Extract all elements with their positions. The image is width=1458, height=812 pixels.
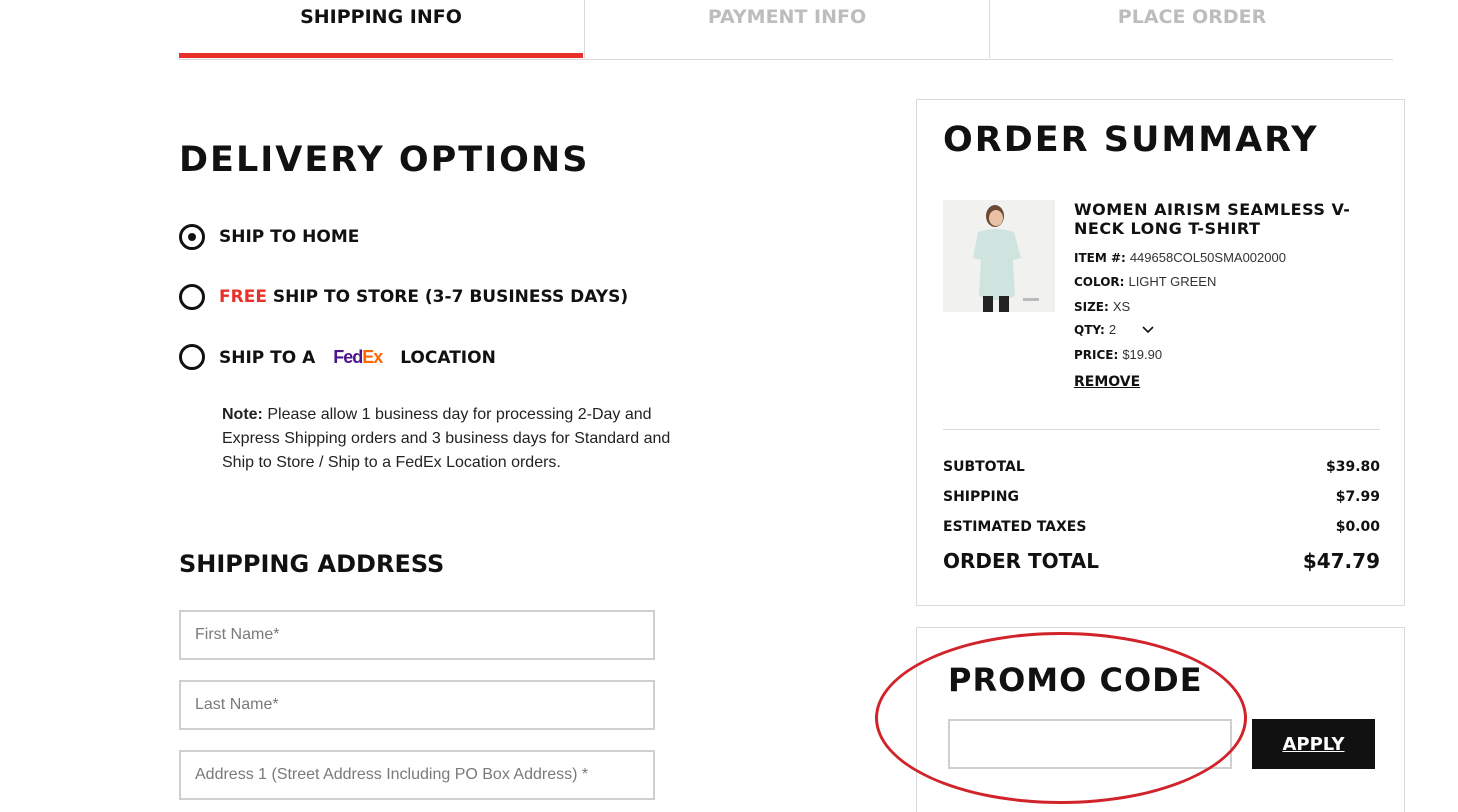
- step-label: PAYMENT INFO: [707, 6, 867, 28]
- checkout-steps: SHIPPING INFO PAYMENT INFO PLACE ORDER: [179, 0, 1393, 60]
- subtotal-label: SUBTOTAL: [943, 459, 1025, 475]
- option-ship-to-home[interactable]: SHIP TO HOME: [179, 222, 359, 252]
- step-place-order[interactable]: PLACE ORDER: [989, 0, 1394, 58]
- note-text: Please allow 1 business day for processi…: [222, 406, 671, 471]
- price-label: PRICE:: [1074, 348, 1119, 362]
- product-price: PRICE: $19.90: [1074, 347, 1162, 362]
- active-step-indicator: [179, 53, 583, 58]
- order-total-row: ORDER TOTAL $47.79: [943, 549, 1380, 573]
- delivery-options-title: DELIVERY OPTIONS: [179, 140, 590, 180]
- order-summary-title: ORDER SUMMARY: [943, 120, 1319, 160]
- size-label: SIZE:: [1074, 300, 1109, 314]
- step-shipping-info[interactable]: SHIPPING INFO: [179, 0, 583, 58]
- step-payment-info[interactable]: PAYMENT INFO: [584, 0, 989, 58]
- order-summary-panel: ORDER SUMMARY WOMEN AIRISM SEAMLESS V-NE…: [916, 99, 1405, 606]
- option-label: SHIP TO HOME: [219, 227, 360, 247]
- product-qty[interactable]: QTY: 2: [1074, 321, 1154, 337]
- shipping-value: $7.99: [1335, 489, 1380, 505]
- shipping-row: SHIPPING $7.99: [943, 489, 1380, 505]
- taxes-label: ESTIMATED TAXES: [943, 519, 1087, 535]
- option-ship-to-store[interactable]: FREE SHIP TO STORE (3-7 BUSINESS DAYS): [179, 282, 628, 312]
- radio-checked-icon[interactable]: [179, 224, 205, 250]
- note-label: Note:: [222, 406, 263, 423]
- chevron-down-icon[interactable]: [1142, 321, 1154, 337]
- summary-divider: [943, 429, 1380, 430]
- apply-button[interactable]: APPLY: [1252, 719, 1375, 769]
- product-item-number: ITEM #: 449658COL50SMA002000: [1074, 250, 1286, 265]
- taxes-value: $0.00: [1335, 519, 1380, 535]
- option-label-text: SHIP TO STORE (3-7 BUSINESS DAYS): [272, 287, 629, 307]
- shipping-label: SHIPPING: [943, 489, 1019, 505]
- taxes-row: ESTIMATED TAXES $0.00: [943, 519, 1380, 535]
- radio-unchecked-icon[interactable]: [179, 284, 205, 310]
- order-total-label: ORDER TOTAL: [943, 549, 1099, 573]
- qty-label: QTY:: [1074, 323, 1105, 337]
- order-total-value: $47.79: [1302, 549, 1380, 573]
- qty-value[interactable]: 2: [1109, 322, 1116, 337]
- first-name-field[interactable]: [179, 610, 655, 660]
- option-label: FREE SHIP TO STORE (3-7 BUSINESS DAYS): [219, 287, 628, 307]
- delivery-note: Note: Please allow 1 business day for pr…: [222, 403, 702, 475]
- promo-code-panel: PROMO CODE APPLY: [916, 627, 1405, 812]
- shipping-address-title: SHIPPING ADDRESS: [179, 550, 445, 578]
- product-size: SIZE: XS: [1074, 299, 1130, 314]
- fedex-logo-icon: FedEx: [333, 346, 383, 367]
- promo-code-input[interactable]: [948, 719, 1232, 769]
- promo-code-title: PROMO CODE: [948, 661, 1203, 699]
- item-label: ITEM #:: [1074, 251, 1126, 265]
- price-value: $19.90: [1122, 347, 1163, 362]
- color-value: LIGHT GREEN: [1128, 274, 1217, 289]
- size-value: XS: [1112, 299, 1131, 314]
- last-name-field[interactable]: [179, 680, 655, 730]
- subtotal-value: $39.80: [1325, 459, 1380, 475]
- step-label: PLACE ORDER: [1117, 6, 1267, 28]
- product-name[interactable]: WOMEN AIRISM SEAMLESS V-NECK LONG T-SHIR…: [1074, 200, 1374, 238]
- color-label: COLOR:: [1074, 275, 1125, 289]
- option-label: SHIP TO A FedEx LOCATION: [219, 347, 496, 368]
- remove-link[interactable]: REMOVE: [1074, 374, 1140, 390]
- product-image[interactable]: [943, 200, 1055, 312]
- option-label-before: SHIP TO A: [219, 347, 316, 368]
- radio-unchecked-icon[interactable]: [179, 344, 205, 370]
- option-label-after: LOCATION: [400, 347, 496, 368]
- product-thumbnail: [943, 200, 1055, 312]
- option-ship-to-fedex[interactable]: SHIP TO A FedEx LOCATION: [179, 342, 496, 372]
- product-color: COLOR: LIGHT GREEN: [1074, 274, 1216, 289]
- free-badge: FREE: [219, 287, 267, 307]
- address1-field[interactable]: [179, 750, 655, 800]
- subtotal-row: SUBTOTAL $39.80: [943, 459, 1380, 475]
- step-label: SHIPPING INFO: [300, 6, 462, 28]
- item-value: 449658COL50SMA002000: [1129, 250, 1286, 265]
